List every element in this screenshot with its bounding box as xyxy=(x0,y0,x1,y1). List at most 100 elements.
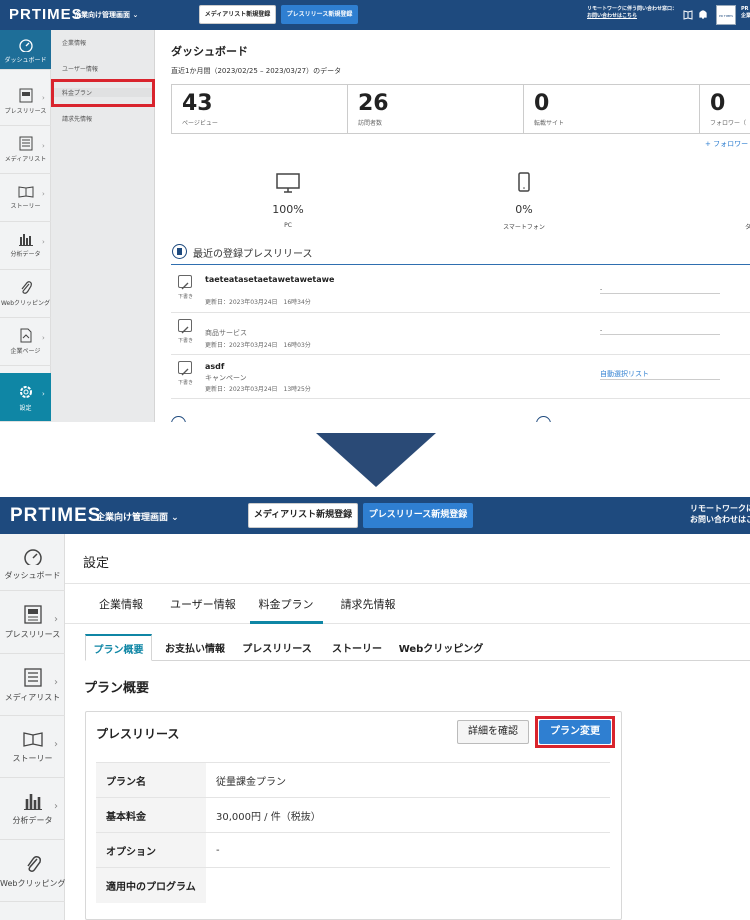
press-release-register-button[interactable]: プレスリリース新規登録 xyxy=(363,503,473,528)
bar-chart-icon xyxy=(23,794,42,810)
subtab-divider xyxy=(85,660,750,661)
document-icon xyxy=(23,605,42,624)
list-icon xyxy=(19,136,32,151)
draft-label: 下書き xyxy=(178,380,194,386)
edit-icon[interactable] xyxy=(178,361,192,376)
chevron-right-icon: › xyxy=(54,801,58,812)
tab-user-info[interactable]: ユーザー情報 xyxy=(170,596,236,612)
table-row: オプション - xyxy=(96,832,610,868)
smartphone-label: スマートフォン xyxy=(503,224,545,231)
sidebar-item-dashboard[interactable]: ダッシュボード xyxy=(0,534,65,591)
release-title[interactable]: taeteatasetaetawetawetawe xyxy=(205,275,334,284)
subtab-press-release[interactable]: プレスリリース xyxy=(239,640,315,655)
release-list-value: - xyxy=(600,327,720,335)
stat-reprint-sites: 0 転載サイト xyxy=(523,84,700,134)
subtab-web-clipping[interactable]: Webクリッピング xyxy=(398,640,484,655)
bell-icon[interactable] xyxy=(698,8,708,20)
paperclip-icon xyxy=(21,281,32,294)
table-row: プラン名 従量課金プラン xyxy=(96,762,610,798)
press-release-register-button[interactable]: プレスリリース新規登録 xyxy=(281,5,358,24)
section-circle-icon xyxy=(536,416,551,422)
chevron-right-icon: › xyxy=(42,94,45,102)
prtimes-logo[interactable]: PRTIMES xyxy=(9,6,83,23)
subtab-payment-info[interactable]: お支払い情報 xyxy=(162,640,228,655)
title-bar xyxy=(65,534,750,584)
draft-label: 下書き xyxy=(178,338,194,344)
recent-title: 最近の登録プレスリリース xyxy=(193,249,313,260)
plan-change-button[interactable]: プラン変更 xyxy=(539,720,611,744)
edit-icon[interactable] xyxy=(178,275,192,290)
release-list-value: - xyxy=(600,286,720,294)
remote-contact[interactable]: リモートワークに伴う問い合わせ窓口： お問い合わせはこちら xyxy=(587,6,677,20)
stat-visitors: 26 訪問者数 xyxy=(347,84,524,134)
tab-company-info[interactable]: 企業情報 xyxy=(96,596,146,612)
stat-followers: 0 フォロワー（ xyxy=(699,84,750,134)
document-icon xyxy=(19,88,32,103)
edit-icon[interactable] xyxy=(178,319,192,334)
chevron-right-icon: › xyxy=(42,238,45,246)
company-avatar[interactable]: PR TIMES xyxy=(716,5,736,25)
settings-screenshot: PRTIMES 企業向け管理画面 ⌄ メディアリスト新規登録 プレスリリース新規… xyxy=(0,497,750,920)
submenu-user-info[interactable]: ユーザー情報 xyxy=(51,64,155,73)
recent-divider xyxy=(171,264,750,265)
period-text: 直近1か月間（2023/02/25 – 2023/03/27）のデータ xyxy=(171,67,342,75)
section-circle-icon xyxy=(171,416,186,422)
tab-pricing-plan[interactable]: 料金プラン xyxy=(255,596,317,612)
down-arrow-icon xyxy=(316,433,436,487)
sidebar-item-settings[interactable]: 設定 › xyxy=(0,373,51,422)
table-row: 基本料金 30,000円 / 件（税抜） xyxy=(96,797,610,833)
sidebar-item-web-clipping[interactable]: Webクリッピング xyxy=(0,840,65,902)
page-title: ダッシュボード xyxy=(171,45,248,58)
app-header: PRTIMES 企業向け管理画面 ⌄ メディアリスト新規登録 プレスリリース新規… xyxy=(0,497,750,534)
follower-link[interactable]: + フォロワー xyxy=(705,139,748,149)
subtab-plan-overview[interactable]: プラン概要 xyxy=(85,634,152,661)
section-title: プラン概要 xyxy=(84,681,150,696)
sidebar-item-company-page[interactable]: 企業ページ › xyxy=(0,318,51,366)
smartphone-percent: 0% xyxy=(515,203,533,216)
subtab-story[interactable]: ストーリー xyxy=(328,640,386,655)
page-title: 設定 xyxy=(83,556,110,571)
sidebar: ダッシュボード プレスリリース › メディアリスト › ストーリー › 分析デー… xyxy=(0,30,51,422)
gauge-icon xyxy=(18,39,33,52)
media-list-register-button[interactable]: メディアリスト新規登録 xyxy=(248,503,358,528)
sidebar-item-web-clipping[interactable]: Webクリッピング xyxy=(0,270,51,318)
release-category: 商品サービス xyxy=(205,329,247,337)
admin-menu-link[interactable]: 企業向け管理画面 ⌄ xyxy=(74,10,138,20)
card-title: プレスリリース xyxy=(96,727,180,741)
dashboard-screenshot: PRTIMES 企業向け管理画面 ⌄ メディアリスト新規登録 プレスリリース新規… xyxy=(0,0,750,422)
sidebar-item-story[interactable]: ストーリー › xyxy=(0,174,51,222)
chevron-right-icon: › xyxy=(54,739,58,750)
sidebar-item-dashboard[interactable]: ダッシュボード xyxy=(0,30,51,70)
submenu-billing-info[interactable]: 請求先情報 xyxy=(51,114,155,123)
sidebar-item-media-list[interactable]: メディアリスト › xyxy=(0,654,65,716)
chevron-right-icon: › xyxy=(54,614,58,625)
gear-icon xyxy=(19,386,32,398)
highlight-box xyxy=(51,79,155,107)
release-updated: 更新日：2023年03月24日 16時03分 xyxy=(205,342,311,349)
chevron-right-icon: › xyxy=(42,190,45,198)
tab-billing-info[interactable]: 請求先情報 xyxy=(340,596,396,612)
plan-table: プラン名 従量課金プラン 基本料金 30,000円 / 件（税抜） オプション - 適… xyxy=(96,762,610,903)
sidebar-item-press-release[interactable]: プレスリリース › xyxy=(0,591,65,654)
release-updated: 更新日：2023年03月24日 13時25分 xyxy=(205,386,311,393)
sidebar-item-press-release[interactable]: プレスリリース › xyxy=(0,78,51,126)
remote-contact[interactable]: リモートワークに お問い合わせはこ xyxy=(690,504,750,526)
user-menu-label[interactable]: PR 企業 xyxy=(741,6,750,20)
chevron-right-icon: › xyxy=(54,677,58,688)
detail-button[interactable]: 詳細を確認 xyxy=(457,720,529,744)
book-icon[interactable] xyxy=(683,9,693,20)
chevron-down-icon: ⌄ xyxy=(132,11,139,19)
app-header: PRTIMES 企業向け管理画面 ⌄ メディアリスト新規登録 プレスリリース新規… xyxy=(0,0,750,30)
sidebar-item-story[interactable]: ストーリー › xyxy=(0,716,65,778)
sidebar-item-media-list[interactable]: メディアリスト › xyxy=(0,126,51,174)
submenu-company-info[interactable]: 企業情報 xyxy=(51,38,155,47)
media-list-register-button[interactable]: メディアリスト新規登録 xyxy=(199,5,276,24)
release-title[interactable]: asdf xyxy=(205,362,224,371)
admin-menu-link[interactable]: 企業向け管理画面 ⌄ xyxy=(96,510,179,523)
bar-chart-icon xyxy=(18,234,33,246)
prtimes-logo[interactable]: PRTIMES xyxy=(10,505,101,527)
book-icon xyxy=(22,732,43,747)
sidebar-item-analytics[interactable]: 分析データ › xyxy=(0,778,65,840)
auto-list-link[interactable]: 自動選択リスト xyxy=(600,369,720,380)
sidebar-item-analytics[interactable]: 分析データ › xyxy=(0,222,51,270)
